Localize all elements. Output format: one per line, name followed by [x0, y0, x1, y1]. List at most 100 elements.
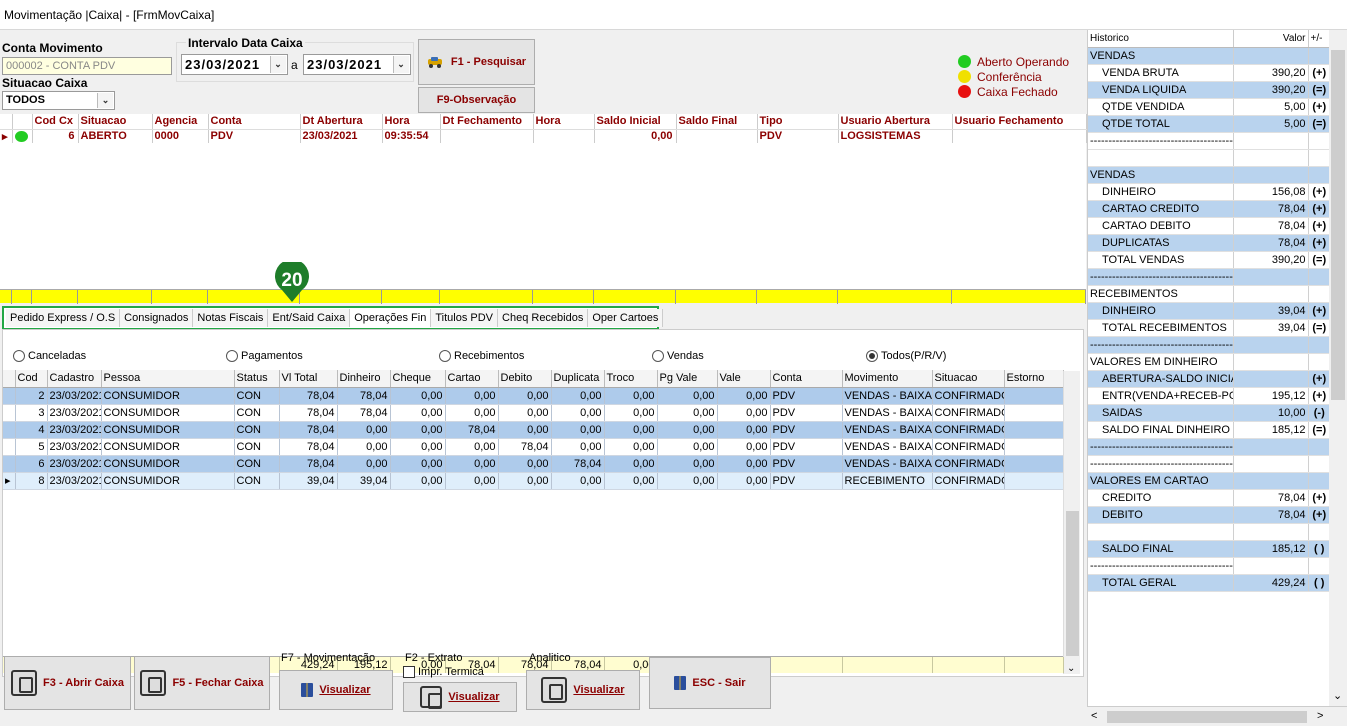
historico-row[interactable]: TOTAL VENDAS 390,20 (=) — [1088, 251, 1330, 269]
radio-circle[interactable] — [652, 350, 664, 362]
operacoes-row[interactable]: 4 23/03/2021 CONSUMIDOR CON 78,04 0,00 0,00 78,… — [3, 421, 1064, 439]
historico-row[interactable]: ABERTURA-SALDO INICIAL (+) — [1088, 370, 1330, 388]
caixa-col-header[interactable]: Situacao — [78, 114, 153, 130]
operacoes-scrollbar[interactable]: ⌄ — [1063, 371, 1080, 674]
historico-row[interactable]: QTDE VENDIDA 5,00 (+) — [1088, 98, 1330, 116]
radio-circle[interactable] — [13, 350, 25, 362]
operacoes-col-header[interactable]: Cod — [15, 370, 48, 388]
search-button[interactable]: F1 - Pesquisar — [418, 39, 535, 85]
historico-row[interactable]: VENDAS — [1088, 47, 1330, 65]
operacoes-col-header[interactable]: Pessoa — [101, 370, 235, 388]
historico-row[interactable]: TOTAL RECEBIMENTOS 39,04 (=) — [1088, 319, 1330, 337]
caixa-col-header[interactable]: Usuario Abertura — [838, 114, 953, 130]
caixa-col-header[interactable]: Dt Abertura — [300, 114, 383, 130]
chevron-down-icon[interactable]: ⌄ — [270, 56, 286, 73]
date-to-input[interactable]: 23/03/2021 ⌄ — [303, 54, 411, 75]
operacoes-row[interactable]: 3 23/03/2021 CONSUMIDOR CON 78,04 78,04 0,00 0,… — [3, 404, 1064, 422]
caixa-col-header[interactable]: Tipo — [757, 114, 839, 130]
operacoes-col-header[interactable]: Cartao — [445, 370, 499, 388]
tab-ent-said-caixa[interactable]: Ent/Said Caixa — [268, 309, 351, 327]
historico-row[interactable]: RECEBIMENTOS — [1088, 285, 1330, 303]
checkbox-box[interactable] — [403, 666, 415, 678]
operacoes-col-header[interactable]: Vale — [717, 370, 771, 388]
historico-row[interactable]: ----------------------------------------… — [1088, 438, 1330, 456]
movimentacao-visualizar-button[interactable]: Visualizar — [279, 670, 393, 710]
historico-row[interactable] — [1088, 149, 1330, 167]
historico-row[interactable]: CREDITO 78,04 (+) — [1088, 489, 1330, 507]
chevron-left-icon[interactable]: < — [1091, 710, 1097, 722]
radio-canceladas[interactable]: Canceladas — [13, 350, 86, 362]
caixa-col-header[interactable]: Conta — [208, 114, 301, 130]
observacao-button[interactable]: F9-Observação — [418, 87, 535, 113]
caixa-row[interactable]: ▸ 6 ABERTO 0000 PDV 23/03/2021 09:35:54 0,00 PDV… — [0, 129, 1087, 143]
scrollbar-thumb[interactable] — [1331, 50, 1345, 400]
radio-vendas[interactable]: Vendas — [652, 350, 704, 362]
historico-row[interactable]: VENDA BRUTA 390,20 (+) — [1088, 64, 1330, 82]
operacoes-col-header[interactable]: Cadastro — [47, 370, 102, 388]
situacao-caixa-select[interactable]: TODOS ⌄ — [2, 91, 115, 110]
historico-row[interactable]: ----------------------------------------… — [1088, 336, 1330, 354]
historico-row[interactable]: DINHEIRO 39,04 (+) — [1088, 302, 1330, 320]
analitico-visualizar-button[interactable]: Visualizar — [526, 670, 640, 710]
operacoes-col-header[interactable]: Dinheiro — [337, 370, 391, 388]
caixa-grid[interactable]: Cod Cx Situacao Agencia Conta Dt Abertura Hor… — [0, 114, 1087, 289]
historico-row[interactable]: SALDO FINAL DINHEIRO 185,12 (=) — [1088, 421, 1330, 439]
historico-row[interactable]: DEBITO 78,04 (+) — [1088, 506, 1330, 524]
tab-notas-fiscais[interactable]: Notas Fiscais — [193, 309, 269, 327]
operacoes-col-header[interactable]: Pg Vale — [657, 370, 718, 388]
caixa-col-header[interactable]: Saldo Final — [676, 114, 758, 130]
chevron-down-icon[interactable]: ⌄ — [97, 93, 113, 108]
operacoes-grid[interactable]: Cod Cadastro Pessoa Status Vl Total Dinheiro C… — [3, 370, 1064, 490]
chevron-down-icon[interactable]: ⌄ — [1067, 663, 1075, 674]
tab-pedido-express-o-s[interactable]: Pedido Express / O.S — [6, 309, 121, 327]
operacoes-col-header[interactable]: Troco — [604, 370, 658, 388]
historico-row[interactable]: CARTAO CREDITO 78,04 (+) — [1088, 200, 1330, 218]
chevron-down-icon[interactable]: ⌄ — [393, 56, 409, 73]
tab-oper-cartoes[interactable]: Oper Cartoes — [588, 309, 664, 327]
abrir-caixa-button[interactable]: F3 - Abrir Caixa — [4, 656, 131, 710]
impr-termica-checkbox[interactable]: Impr. Termica — [403, 666, 484, 678]
conta-movimento-input[interactable]: 000002 - CONTA PDV — [2, 57, 172, 75]
historico-row[interactable]: DUPLICATAS 78,04 (+) — [1088, 234, 1330, 252]
operacoes-col-header[interactable]: Movimento — [842, 370, 933, 388]
extrato-visualizar-button[interactable]: Visualizar — [403, 682, 517, 712]
historico-row[interactable]: ENTR(VENDA+RECEB-PG) 195,12 (+) — [1088, 387, 1330, 405]
operacoes-col-header[interactable]: Status — [234, 370, 280, 388]
scrollbar-thumb[interactable] — [1107, 711, 1307, 723]
operacoes-row[interactable]: 5 23/03/2021 CONSUMIDOR CON 78,04 0,00 0,00 0,0… — [3, 438, 1064, 456]
operacoes-row[interactable]: 2 23/03/2021 CONSUMIDOR CON 78,04 78,04 0,00 0,… — [3, 387, 1064, 405]
radio-todos-p-r-v-[interactable]: Todos(P/R/V) — [866, 350, 946, 362]
date-from-input[interactable]: 23/03/2021 ⌄ — [181, 54, 288, 75]
caixa-col-header[interactable]: Usuario Fechamento — [952, 114, 1087, 130]
radio-recebimentos[interactable]: Recebimentos — [439, 350, 524, 362]
historico-row[interactable]: SAIDAS 10,00 (-) — [1088, 404, 1330, 422]
tab-consignados[interactable]: Consignados — [120, 309, 194, 327]
historico-row[interactable]: VENDA LIQUIDA 390,20 (=) — [1088, 81, 1330, 99]
radio-circle[interactable] — [226, 350, 238, 362]
historico-row[interactable]: QTDE TOTAL 5,00 (=) — [1088, 115, 1330, 133]
operacoes-row[interactable]: 6 23/03/2021 CONSUMIDOR CON 78,04 0,00 0,00 0,0… — [3, 455, 1064, 473]
caixa-col-header[interactable]: Hora — [533, 114, 595, 130]
historico-panel[interactable]: Historico Valor +/- VENDAS VENDA BRUTA 390… — [1087, 30, 1331, 706]
caixa-col-header[interactable]: Saldo Inicial — [594, 114, 677, 130]
radio-pagamentos[interactable]: Pagamentos — [226, 350, 303, 362]
historico-row[interactable] — [1088, 523, 1330, 541]
operacoes-col-header[interactable]: Estorno — [1004, 370, 1064, 388]
caixa-col-header[interactable]: Agencia — [152, 114, 209, 130]
historico-hscrollbar[interactable]: < > — [1087, 706, 1347, 726]
historico-row[interactable]: ----------------------------------------… — [1088, 455, 1330, 473]
fechar-caixa-button[interactable]: F5 - Fechar Caixa — [134, 656, 270, 710]
tab-cheq-recebidos[interactable]: Cheq Recebidos — [498, 309, 589, 327]
chevron-right-icon[interactable]: > — [1317, 710, 1323, 722]
historico-row[interactable]: TOTAL GERAL 429,24( ) — [1088, 574, 1330, 592]
chevron-down-icon[interactable]: ⌄ — [1333, 689, 1342, 702]
operacoes-col-header[interactable]: Debito — [498, 370, 552, 388]
historico-vscrollbar[interactable]: ⌄ — [1329, 30, 1347, 706]
radio-circle[interactable] — [866, 350, 878, 362]
operacoes-col-header[interactable]: Cheque — [390, 370, 446, 388]
radio-circle[interactable] — [439, 350, 451, 362]
historico-row[interactable]: CARTAO DEBITO 78,04 (+) — [1088, 217, 1330, 235]
historico-row[interactable]: VENDAS — [1088, 166, 1330, 184]
operacoes-col-header[interactable]: Situacao — [932, 370, 1005, 388]
scrollbar-thumb[interactable] — [1066, 511, 1079, 656]
